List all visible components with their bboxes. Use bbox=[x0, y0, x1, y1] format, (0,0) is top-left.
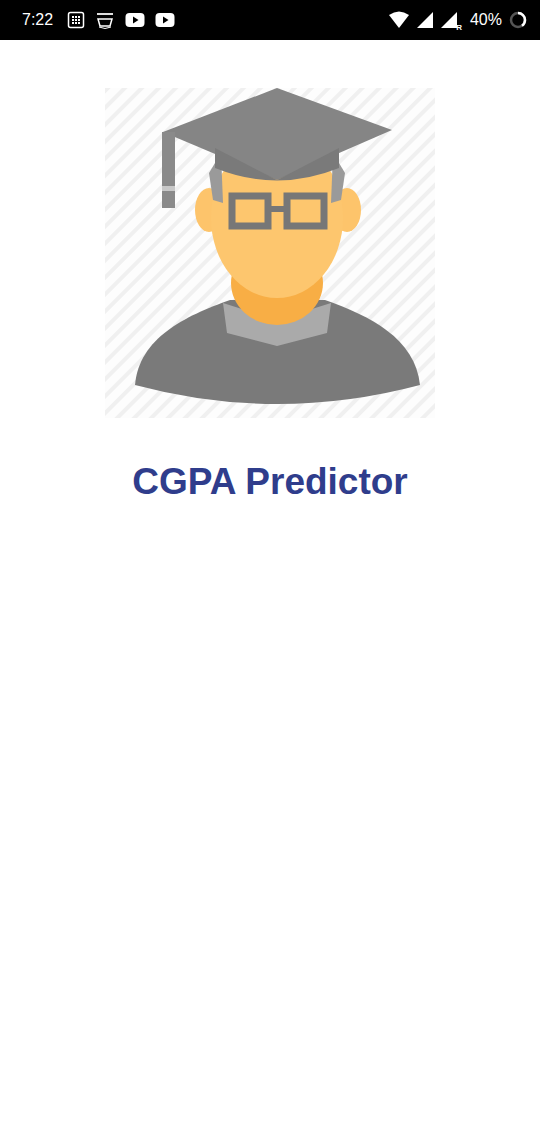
wifi-icon bbox=[388, 11, 410, 29]
shopping-app-icon bbox=[95, 11, 115, 29]
graduate-avatar-icon bbox=[105, 88, 435, 418]
app-title: CGPA Predictor bbox=[132, 460, 408, 504]
screen: 7:22 R 40% CGPA Predictor bbox=[0, 0, 540, 1140]
signal-icon bbox=[416, 11, 434, 29]
battery-percent: 40% bbox=[470, 11, 502, 29]
content: CGPA Predictor bbox=[0, 40, 540, 504]
signal-icon bbox=[440, 11, 458, 29]
status-bar: 7:22 R 40% bbox=[0, 0, 540, 40]
youtube-icon bbox=[155, 12, 175, 28]
battery-icon bbox=[508, 10, 528, 30]
clock: 7:22 bbox=[22, 11, 53, 29]
roaming-badge: R bbox=[456, 23, 462, 32]
grid-icon bbox=[67, 11, 85, 29]
youtube-icon bbox=[125, 12, 145, 28]
